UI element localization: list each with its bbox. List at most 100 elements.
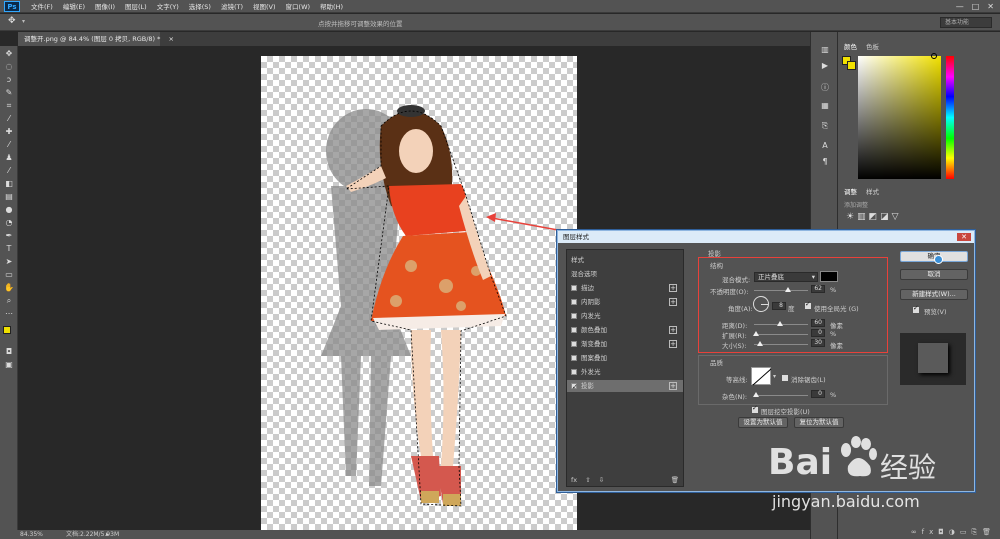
noise-slider[interactable] (754, 395, 808, 396)
anti-alias-checkbox[interactable] (782, 375, 788, 381)
angle-label: 角度(A): (728, 305, 753, 313)
checkbox[interactable] (571, 285, 577, 291)
checkbox[interactable] (571, 369, 577, 375)
noise-unit: % (830, 391, 837, 399)
add-icon[interactable]: + (669, 326, 677, 334)
quality-header: 品质 (710, 359, 723, 367)
dialog-title-bar: 图层样式 ✕ (558, 231, 974, 243)
spread-label: 扩展(R): (722, 332, 747, 340)
tab-adjustments[interactable]: 调整 (844, 186, 857, 196)
fx-icon[interactable]: fx (571, 476, 577, 484)
blend-mode-label: 混合模式: (722, 276, 751, 284)
preview-label: 预览(V) (924, 308, 947, 316)
preview-checkbox[interactable]: ✓ (913, 304, 919, 313)
add-icon[interactable]: + (669, 284, 677, 292)
color-bg-swatch[interactable] (847, 61, 856, 70)
size-input[interactable]: 30 (811, 339, 825, 347)
opacity-slider[interactable] (754, 290, 808, 291)
chevron-right-icon[interactable]: ▸ (106, 530, 109, 539)
status-bar: 84.35% 文档:2.22M/5.93M ▸ (0, 530, 810, 539)
size-unit: 像素 (830, 342, 843, 350)
trash-icon[interactable]: 🗑 (671, 476, 679, 484)
distance-label: 距离(D): (722, 322, 748, 330)
dialog-title: 图层样式 (563, 233, 589, 241)
character-panel-icon[interactable]: A (819, 140, 831, 152)
cancel-button[interactable]: 取消 (900, 269, 968, 280)
opacity-unit: % (830, 286, 837, 294)
add-icon[interactable]: + (669, 382, 677, 390)
style-item-stroke[interactable]: 描边 + (567, 282, 683, 294)
noise-slider-thumb[interactable] (753, 392, 759, 397)
style-list-header[interactable]: 样式 (567, 254, 683, 266)
size-slider-thumb[interactable] (757, 341, 763, 346)
clone-panel-icon[interactable]: ⎘ (819, 120, 831, 132)
style-item-inner-glow[interactable]: 内发光 (567, 310, 683, 322)
make-default-button[interactable]: 设置为默认值 (738, 417, 788, 428)
checkbox[interactable] (571, 313, 577, 319)
actions-play-icon[interactable]: ▶ (819, 60, 831, 72)
angle-input[interactable]: 8 (772, 302, 786, 310)
style-item-color-overlay[interactable]: 颜色叠加 + (567, 324, 683, 336)
contour-label: 等高线: (726, 376, 748, 384)
add-icon[interactable]: + (669, 298, 677, 306)
checkbox-checked[interactable] (571, 381, 578, 393)
contour-picker[interactable] (751, 367, 772, 386)
layers-footer-icons[interactable]: ∞fx◘◑▭⎘🗑 (838, 528, 1000, 539)
distance-input[interactable]: 60 (811, 319, 825, 327)
shadow-color-swatch[interactable] (820, 271, 838, 282)
chevron-down-icon[interactable]: ▾ (773, 373, 776, 380)
noise-input[interactable]: 0 (811, 390, 825, 398)
adjustments-hint: 添加调整 (844, 202, 869, 209)
knockout-checkbox[interactable]: ✓ (752, 404, 758, 413)
hue-slider[interactable] (946, 56, 954, 179)
new-style-button[interactable]: 新建样式(W)... (900, 289, 968, 300)
info-panel-icon[interactable]: ⓘ (819, 82, 831, 94)
checkbox[interactable] (571, 299, 577, 305)
style-item-gradient-overlay[interactable]: 渐变叠加 + (567, 338, 683, 350)
add-icon[interactable]: + (669, 340, 677, 348)
layer-style-dialog: 图层样式 ✕ 样式 混合选项 描边 + 内阴影 + 内发光 颜色叠加 + 渐变叠加 + … (557, 230, 975, 492)
spread-input[interactable]: 0 (811, 329, 825, 337)
tab-swatches[interactable]: 色板 (866, 41, 879, 51)
history-panel-icon[interactable]: ▥ (819, 44, 831, 56)
global-light-checkbox[interactable]: ✓ (805, 300, 811, 309)
style-item-outer-glow[interactable]: 外发光 (567, 366, 683, 378)
spread-slider[interactable] (754, 334, 808, 335)
move-down-icon[interactable]: ⇩ (599, 476, 604, 484)
tab-styles[interactable]: 样式 (866, 186, 879, 196)
cursor-click-icon (934, 255, 943, 264)
brush-panel-icon[interactable]: ▦ (819, 100, 831, 112)
style-item-pattern-overlay[interactable]: 图案叠加 (567, 352, 683, 364)
angle-dial[interactable] (753, 296, 769, 312)
checkbox[interactable] (571, 327, 577, 333)
blend-options-item[interactable]: 混合选项 (567, 268, 683, 280)
adjustment-icons[interactable]: ☀▥◩◪▽ (846, 212, 902, 222)
checkbox[interactable] (571, 341, 577, 347)
opacity-slider-thumb[interactable] (785, 287, 791, 292)
reset-default-button[interactable]: 复位为默认值 (794, 417, 844, 428)
size-label: 大小(S): (722, 342, 747, 350)
anti-alias-label: 消除锯齿(L) (791, 376, 826, 384)
style-item-drop-shadow[interactable]: 投影+ (567, 380, 683, 393)
tab-color[interactable]: 颜色 (844, 41, 857, 51)
spread-slider-thumb[interactable] (753, 331, 759, 336)
knockout-label: 图层挖空投影(U) (761, 408, 810, 416)
distance-slider-thumb[interactable] (777, 321, 783, 326)
color-picker-field[interactable] (858, 56, 941, 179)
checkbox[interactable] (571, 355, 577, 361)
paragraph-panel-icon[interactable]: ¶ (819, 156, 831, 168)
zoom-level[interactable]: 84.35% (20, 530, 43, 539)
global-light-label: 使用全局光 (G) (814, 305, 859, 313)
distance-unit: 像素 (830, 322, 843, 330)
color-picker-cursor[interactable] (931, 53, 937, 59)
doc-info: 文档:2.22M/5.93M (66, 531, 120, 538)
blend-mode-select[interactable]: 正片叠底 ▾ (754, 272, 818, 282)
structure-header: 结构 (710, 262, 723, 270)
style-list-footer: fx ⇧ ⇩ 🗑 (571, 476, 681, 486)
opacity-label: 不透明度(O): (710, 288, 749, 296)
move-up-icon[interactable]: ⇧ (585, 476, 590, 484)
style-item-inner-shadow[interactable]: 内阴影 + (567, 296, 683, 308)
spread-unit: % (830, 330, 837, 338)
dialog-close-button[interactable]: ✕ (957, 233, 971, 241)
opacity-input[interactable]: 62 (811, 285, 825, 293)
